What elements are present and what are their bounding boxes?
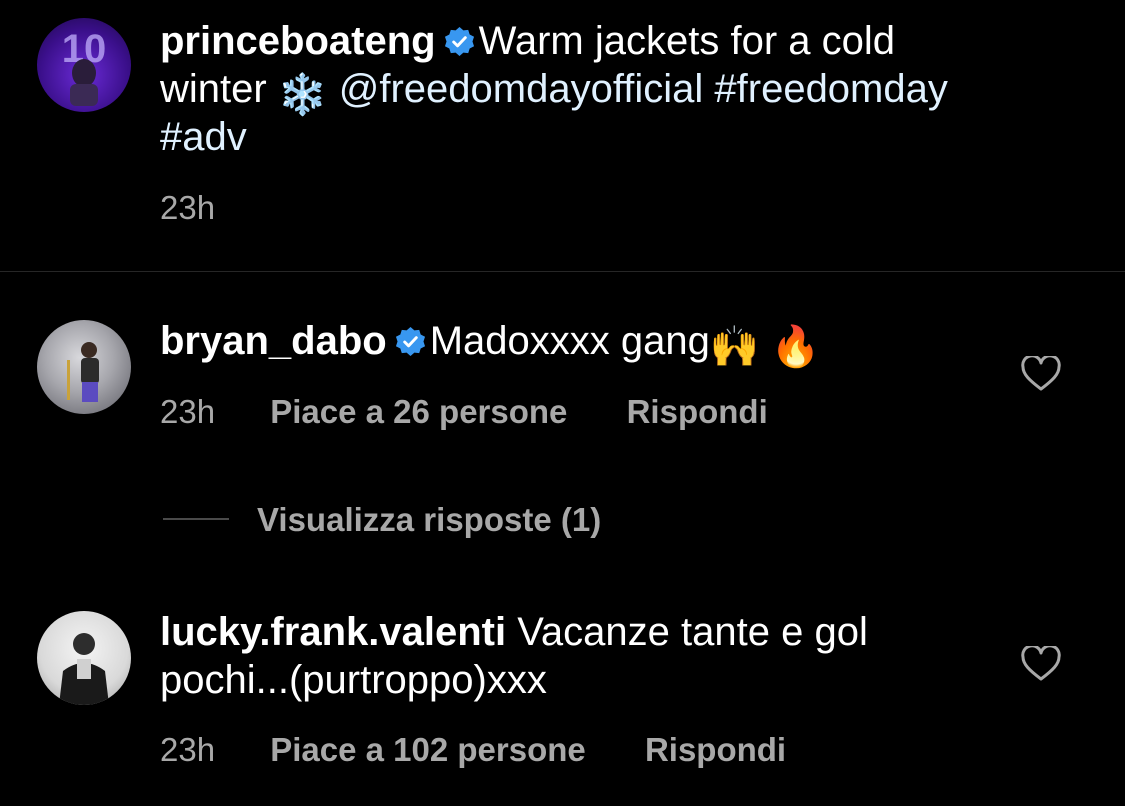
post-time: 23h (160, 189, 216, 226)
comment1-time: 23h (160, 393, 216, 430)
post-caption-line2: winter ❄️ @freedomdayofficial #freedomda… (160, 66, 948, 119)
avatar-image (67, 342, 99, 402)
avatar-image: 10 (62, 27, 106, 106)
comment2-time: 23h (160, 731, 216, 768)
post-username[interactable]: princeboateng (160, 19, 436, 63)
comment2-meta: 23h Piace a 102 persone Rispondi (160, 730, 786, 770)
comment2-reply-button[interactable]: Rispondi (645, 731, 786, 768)
replies-line (163, 518, 229, 520)
heart-outline-icon[interactable] (1021, 356, 1061, 392)
view-replies-button[interactable]: Visualizza risposte (1) (257, 500, 601, 540)
fire-emoji: 🔥 (770, 325, 821, 369)
verified-badge-icon (395, 326, 425, 357)
avatar-bryan-dabo[interactable] (37, 320, 131, 414)
divider (0, 271, 1125, 272)
post-caption-line3: #adv (160, 114, 247, 161)
avatar-princeboateng[interactable]: 10 (37, 18, 131, 112)
view-replies-label: Visualizza risposte (1) (257, 501, 602, 538)
raising-hands-emoji: 🙌 (709, 325, 760, 369)
comment1-username[interactable]: bryan_dabo (160, 319, 387, 363)
avatar-image (59, 633, 109, 705)
comment1-likes[interactable]: Piace a 26 persone (270, 393, 567, 430)
hashtag-adv[interactable]: #adv (160, 115, 247, 159)
post-caption-line1: princeboateng Warm jackets for a cold (160, 18, 895, 65)
mention-link[interactable]: @freedomdayofficial (339, 67, 704, 111)
verified-badge-icon (444, 26, 474, 57)
avatar-lucky-frank-valenti[interactable] (37, 611, 131, 705)
comment2-body-1: Vacanze tante e gol (517, 610, 868, 654)
heart-outline-icon[interactable] (1021, 646, 1061, 682)
comment1-body: Madoxxxx gang (429, 319, 710, 363)
comment1-text: bryan_dabo Madoxxxx gang🙌 🔥 (160, 318, 821, 371)
comment2-likes[interactable]: Piace a 102 persone (270, 731, 586, 768)
caption-text-1: Warm jackets for a cold (478, 19, 895, 63)
hashtag-freedomday[interactable]: #freedomday (714, 67, 947, 111)
comment1-meta: 23h Piace a 26 persone Rispondi (160, 392, 768, 432)
comment2-line2: pochi...(purtroppo)xxx (160, 657, 547, 704)
comment1-reply-button[interactable]: Rispondi (627, 393, 768, 430)
caption-text-2: winter (160, 67, 267, 111)
comment2-body-2: pochi...(purtroppo)xxx (160, 658, 547, 702)
comment2-line1: lucky.frank.valenti Vacanze tante e gol (160, 609, 868, 656)
snowflake-emoji: ❄️ (277, 73, 328, 117)
comment2-username[interactable]: lucky.frank.valenti (160, 610, 506, 654)
